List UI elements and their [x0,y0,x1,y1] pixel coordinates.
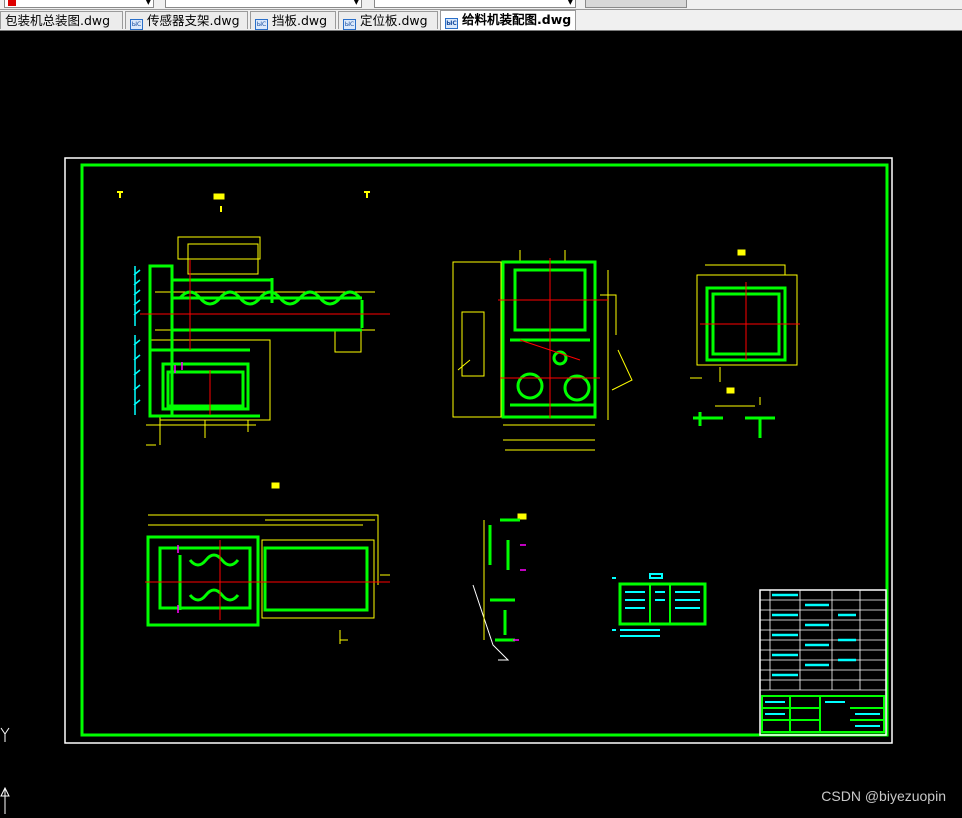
dwg-file-icon: ЫС [343,19,356,30]
chevron-down-icon: ▼ [567,0,573,6]
cad-drawing [64,157,893,744]
watermark: CSDN @biyezuopin [821,788,946,804]
front-view [133,236,390,446]
top-view [690,264,800,438]
linetype-combo[interactable]: ▼ [165,0,362,8]
dwg-file-icon: ЫС [130,19,143,30]
tab-label: 给料机装配图.dwg [462,12,572,27]
tab-document-4[interactable]: ЫС 定位板.dwg [338,11,438,30]
title-block [759,589,887,736]
drawing-frame [80,163,889,737]
chevron-down-icon: ▼ [353,0,359,6]
section-view [472,518,526,661]
tab-document-2[interactable]: ЫС 传感器支架.dwg [125,11,248,30]
reference-marks [117,191,746,520]
layer-combo[interactable]: ▼ [4,0,154,8]
ucs-icon [0,727,10,814]
parameter-table [612,573,707,637]
document-tabbar: 包装机总装图.dwg ЫС 传感器支架.dwg ЫС 挡板.dwg ЫС 定位板.dw… [0,10,962,31]
plan-view [145,514,390,644]
tab-document-5[interactable]: ЫС 给料机装配图.dwg [440,10,576,30]
dwg-file-icon: ЫС [445,18,458,29]
plotstyle-combo[interactable] [585,0,687,8]
tab-document-1[interactable]: 包装机总装图.dwg [0,11,123,29]
layer-color-icon [8,0,16,6]
tab-label: 定位板.dwg [360,13,428,28]
side-view [452,250,633,451]
sheet-border [64,157,893,744]
drawing-canvas[interactable]: CSDN @biyezuopin [0,31,962,814]
tab-label: 包装机总装图.dwg [5,13,111,28]
tab-label: 传感器支架.dwg [147,13,240,28]
tab-document-3[interactable]: ЫС 挡板.dwg [250,11,336,30]
chevron-down-icon: ▼ [145,0,151,6]
dwg-file-icon: ЫС [255,19,268,30]
toolbar-strip: ▼ ▼ ▼ [0,0,962,10]
tab-label: 挡板.dwg [272,13,328,28]
lineweight-combo[interactable]: ▼ [374,0,576,8]
